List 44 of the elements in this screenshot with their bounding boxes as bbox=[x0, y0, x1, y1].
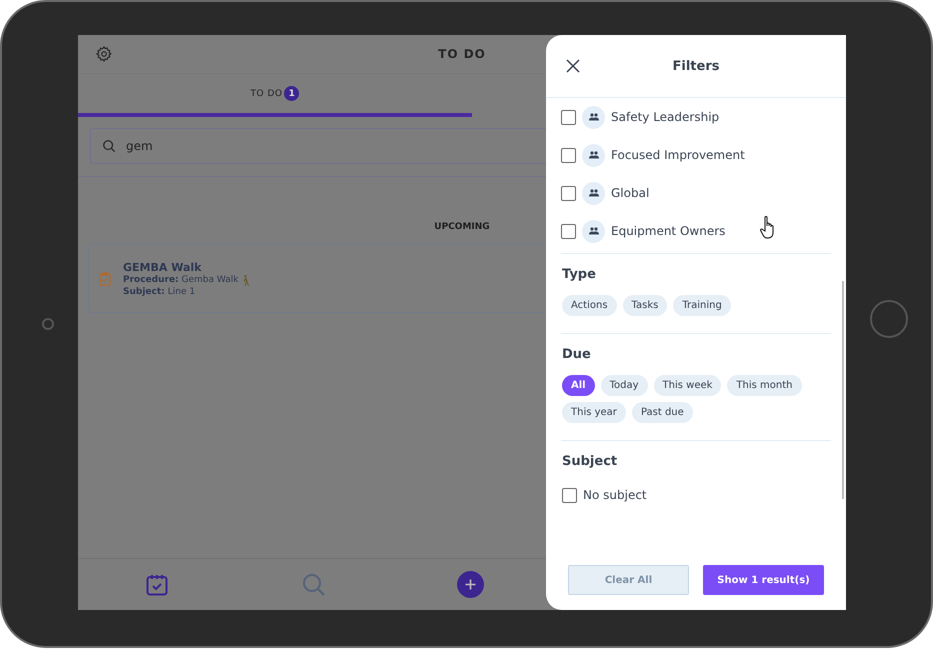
filter-chip[interactable]: Actions bbox=[562, 295, 617, 316]
option-label: No subject bbox=[583, 488, 647, 502]
calendar-check-icon[interactable] bbox=[144, 572, 168, 596]
procedure-text: Procedure: Gemba Walk bbox=[123, 275, 238, 285]
close-icon[interactable] bbox=[566, 59, 580, 73]
checkbox[interactable] bbox=[561, 148, 576, 162]
section-heading: Type bbox=[562, 267, 597, 282]
section-heading: UPCOMING bbox=[434, 222, 490, 232]
checkbox[interactable] bbox=[561, 224, 576, 238]
filter-chip[interactable]: This week bbox=[654, 375, 722, 396]
filter-chip[interactable]: Past due bbox=[632, 402, 693, 423]
settings-icon[interactable] bbox=[95, 45, 113, 63]
people-icon bbox=[582, 182, 605, 204]
show-results-button[interactable]: Show 1 result(s) bbox=[703, 565, 824, 595]
panel-title: Filters bbox=[672, 58, 720, 74]
search-icon bbox=[102, 139, 116, 153]
group-label: Focused Improvement bbox=[611, 148, 745, 162]
filter-chip[interactable]: Today bbox=[600, 375, 648, 396]
people-icon bbox=[582, 106, 605, 128]
filter-chip[interactable]: This year bbox=[562, 402, 626, 423]
tab[interactable]: TO DO 1 bbox=[78, 74, 472, 117]
count-badge: 1 bbox=[284, 86, 300, 101]
group-label: Global bbox=[611, 186, 650, 200]
filter-chip[interactable]: This month bbox=[727, 375, 802, 396]
clipboard-check-icon bbox=[99, 272, 111, 286]
walking-person-icon bbox=[241, 274, 250, 286]
screen-title: TO DO bbox=[438, 47, 486, 61]
checkbox[interactable] bbox=[561, 110, 576, 124]
scrollbar-thumb[interactable] bbox=[842, 281, 844, 499]
task-title: GEMBA Walk bbox=[123, 260, 202, 274]
checkbox[interactable] bbox=[562, 488, 577, 502]
section-heading: Due bbox=[562, 347, 592, 362]
people-icon bbox=[582, 220, 605, 242]
filter-chip[interactable]: All bbox=[562, 375, 595, 396]
add-icon[interactable] bbox=[457, 571, 484, 598]
subject-text: Subject: Line 1 bbox=[123, 286, 196, 296]
checkbox[interactable] bbox=[561, 186, 576, 200]
camera-icon bbox=[42, 318, 54, 330]
group-label: Equipment Owners bbox=[611, 224, 726, 238]
people-icon bbox=[582, 144, 605, 166]
section-heading: Subject bbox=[562, 454, 618, 469]
filter-chip[interactable]: Training bbox=[673, 295, 731, 316]
group-label: Safety Leadership bbox=[611, 110, 720, 124]
filter-chip[interactable]: Tasks bbox=[622, 295, 668, 316]
